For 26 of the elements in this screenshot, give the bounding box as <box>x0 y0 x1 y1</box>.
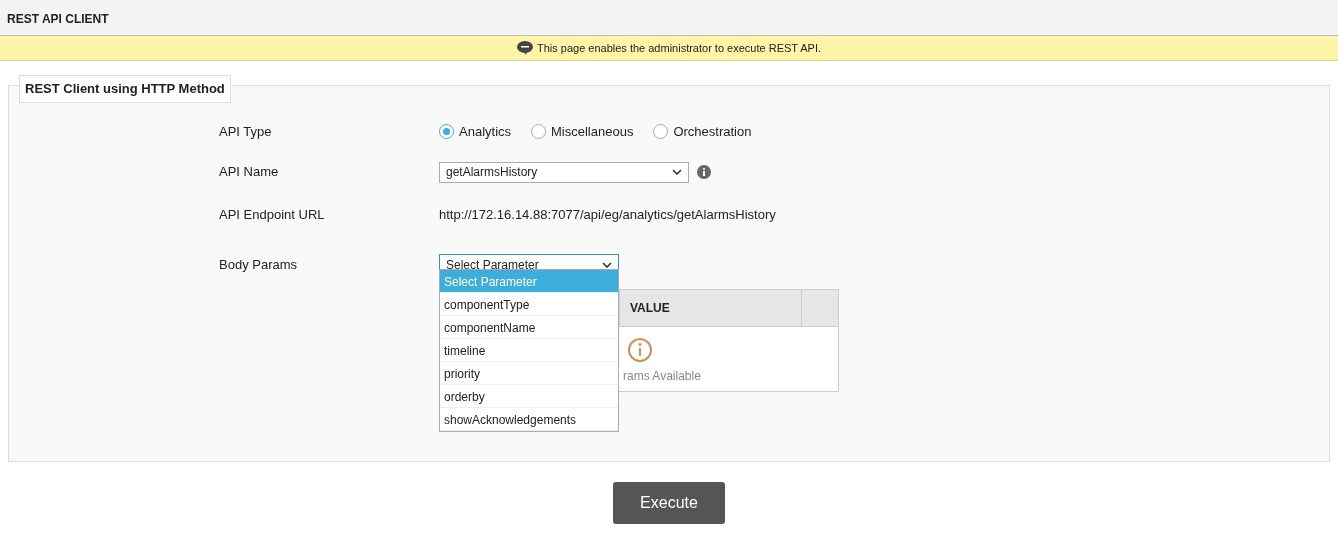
page-title: REST API CLIENT <box>7 12 109 26</box>
info-icon <box>628 338 652 362</box>
radio-option[interactable]: Orchestration <box>653 122 752 142</box>
field-label: Body Params <box>219 255 299 274</box>
radio-option[interactable]: Analytics <box>439 122 512 142</box>
dropdown-option[interactable]: componentType <box>440 293 618 316</box>
endpoint-url: http://172.16.14.88:7077/api/eg/analytics/getAlarmsHistory <box>439 205 776 224</box>
column-header: VALUE <box>630 300 670 317</box>
field-label: API Endpoint URL <box>219 205 326 224</box>
dropdown-option[interactable]: priority <box>440 362 618 385</box>
field-label: API Type <box>219 123 273 141</box>
caret-icon <box>672 169 682 175</box>
api-name-select[interactable]: getAlarmsHistory <box>439 161 689 183</box>
caret-icon <box>602 261 612 268</box>
execute-button[interactable]: Execute <box>613 482 725 524</box>
dropdown-option[interactable]: componentName <box>440 316 618 339</box>
notice-text: This page enables the administrator to execute REST API. <box>536 40 822 56</box>
panel-legend: REST Client using HTTP Method <box>19 75 231 103</box>
speech-bubble-icon <box>516 41 533 55</box>
dropdown-option[interactable]: orderby <box>440 385 618 408</box>
radio-option[interactable]: Miscellaneous <box>531 122 634 142</box>
dropdown-option[interactable]: timeline <box>440 339 618 362</box>
field-label: API Name <box>219 163 280 182</box>
info-icon[interactable] <box>697 165 711 179</box>
dropdown-option[interactable]: showAcknowledgements <box>440 408 618 431</box>
empty-message: rams Available <box>623 368 701 385</box>
